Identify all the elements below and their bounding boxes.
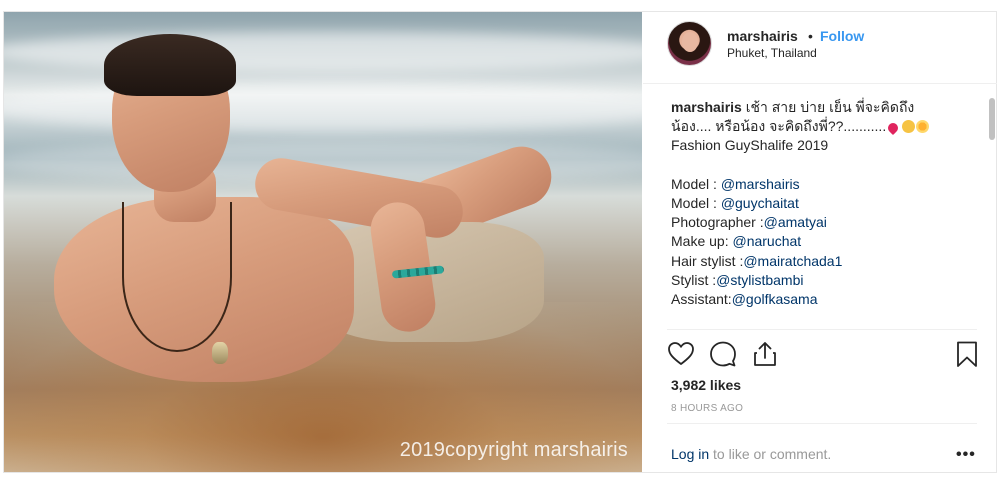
instagram-post: 2019copyright marshairis marshairis • Fo…	[3, 11, 997, 473]
avatar[interactable]	[667, 21, 712, 66]
credit-handle[interactable]: @mairatchada1	[743, 253, 842, 269]
credit-line: Make up: @naruchat	[671, 232, 971, 251]
follow-button[interactable]: Follow	[820, 28, 864, 44]
credit-label: Model :	[671, 175, 721, 192]
smile-emoji	[902, 120, 916, 134]
caption-title: Fashion GuyShalife 2019	[671, 137, 829, 154]
divider	[667, 423, 977, 424]
figure-necklace	[122, 202, 232, 352]
credit-handle[interactable]: @stylistbambi	[716, 272, 803, 288]
credit-handle[interactable]: @amatyai	[764, 214, 827, 230]
divider	[667, 329, 977, 330]
credit-handle[interactable]: @golfkasama	[732, 291, 818, 307]
caption-scrollbar[interactable]	[989, 98, 995, 140]
comment-prompt-text: to like or comment.	[709, 446, 832, 462]
post-photo[interactable]: 2019copyright marshairis	[4, 12, 642, 472]
share-icon[interactable]	[751, 340, 779, 368]
figure-hair	[104, 34, 236, 96]
post-timestamp: 8 HOURS AGO	[671, 403, 744, 414]
comment-prompt: Log in to like or comment.	[671, 446, 981, 462]
credit-label: Model :	[671, 195, 721, 211]
more-options-icon[interactable]: •••	[956, 446, 976, 464]
caption-line: marshairis เช้า สาย บ่าย เย็น พี่จะคิดถึ…	[671, 98, 971, 117]
location-link[interactable]: Phuket, Thailand	[727, 46, 817, 60]
caption-text: เช้า สาย บ่าย เย็น พี่จะคิดถึง	[745, 99, 915, 115]
caption-line: น้อง.... หรือน้อง จะคิดถึงพี่??.........…	[671, 117, 971, 136]
likes-count[interactable]: 3,982 likes	[671, 377, 741, 393]
credit-label: Stylist :	[671, 271, 717, 288]
credit-handle[interactable]: @guychaitat	[721, 195, 799, 211]
sun-emoji	[916, 120, 930, 134]
credit-label: Hair stylist :	[671, 252, 744, 269]
wave-shape	[4, 82, 642, 132]
credit-label: Photographer :	[671, 214, 764, 231]
heart-emoji	[886, 121, 901, 136]
credit-line: Stylist :@stylistbambi	[671, 271, 971, 290]
header-separator: •	[808, 28, 813, 44]
post-caption: marshairis เช้า สาย บ่าย เย็น พี่จะคิดถึ…	[671, 98, 971, 309]
heart-icon[interactable]	[667, 340, 695, 368]
login-link[interactable]: Log in	[671, 446, 709, 462]
post-sidebar: marshairis • Follow Phuket, Thailand mar…	[643, 12, 997, 472]
credit-line: Photographer :@amatyai	[671, 213, 971, 232]
avatar-face	[682, 32, 698, 52]
credit-handle[interactable]: @naruchat	[732, 233, 801, 249]
credit-line: Hair stylist :@mairatchada1	[671, 252, 971, 271]
post-header: marshairis • Follow Phuket, Thailand	[643, 12, 997, 84]
comment-icon[interactable]	[709, 340, 737, 368]
credit-line: Model : @guychaitat	[671, 194, 971, 213]
wave-shape	[4, 32, 642, 72]
credit-label: Make up:	[671, 233, 733, 250]
caption-text: น้อง.... หรือน้อง จะคิดถึงพี่??.........…	[671, 118, 887, 135]
photo-watermark: 2019copyright marshairis	[399, 439, 628, 461]
figure-pendant	[212, 342, 228, 364]
credit-label: Assistant:	[671, 291, 732, 308]
action-bar	[667, 340, 981, 370]
credit-line: Assistant:@golfkasama	[671, 290, 971, 309]
credit-line: Model : @marshairis	[671, 175, 971, 194]
credit-handle[interactable]: @marshairis	[721, 176, 800, 192]
bookmark-icon[interactable]	[953, 340, 981, 368]
header-username[interactable]: marshairis	[727, 28, 798, 44]
caption-username[interactable]: marshairis	[671, 99, 742, 115]
